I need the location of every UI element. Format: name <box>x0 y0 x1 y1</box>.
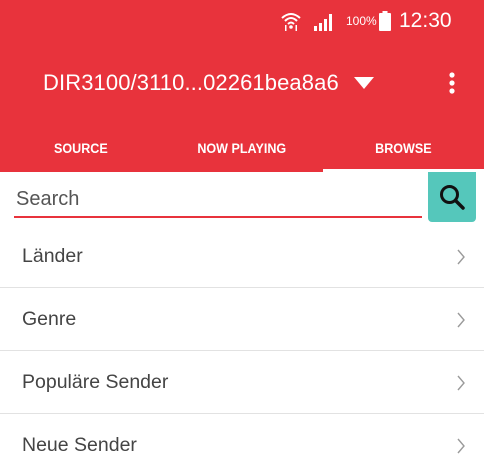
battery-icon <box>379 11 391 31</box>
list-item-label: Genre <box>22 307 77 330</box>
search-input[interactable] <box>14 182 422 218</box>
status-bar: 100% 12:30 <box>0 0 484 40</box>
wifi-icon <box>281 13 301 31</box>
list-item-genre[interactable]: Genre <box>0 288 484 351</box>
list-item-label: Populäre Sender <box>22 370 169 393</box>
signal-icon <box>314 14 332 31</box>
tab-now-playing[interactable]: NOW PLAYING <box>161 124 322 172</box>
tab-bar: SOURCE NOW PLAYING BROWSE <box>0 124 484 172</box>
tab-label: BROWSE <box>375 140 432 156</box>
chevron-right-icon <box>457 249 465 265</box>
device-title: DIR3100/3110...02261bea8a6 <box>43 70 339 95</box>
chevron-right-icon <box>457 438 465 454</box>
device-selector-dropdown[interactable]: DIR3100/3110...02261bea8a6 <box>43 55 375 111</box>
list-item-laender[interactable]: Länder <box>0 225 484 288</box>
chevron-right-icon <box>457 312 465 328</box>
dropdown-triangle-icon <box>353 77 374 89</box>
app-bar: 100% 12:30 DIR3100/3110...02261bea8a6 SO… <box>0 0 484 172</box>
overflow-menu-button[interactable] <box>432 63 472 103</box>
search-icon <box>440 185 465 210</box>
battery-percent: 100% <box>346 14 377 28</box>
chevron-right-icon <box>457 375 465 391</box>
toolbar: DIR3100/3110...02261bea8a6 <box>0 55 484 111</box>
search-button[interactable] <box>428 172 476 222</box>
list-item-populaere-sender[interactable]: Populäre Sender <box>0 351 484 414</box>
list-item-label: Länder <box>22 244 83 267</box>
tab-label: SOURCE <box>53 140 108 156</box>
clock-time: 12:30 <box>399 9 452 32</box>
tab-browse[interactable]: BROWSE <box>322 124 484 172</box>
browse-list: Länder Genre Populäre Sender Neue Sender <box>0 225 484 458</box>
tab-source[interactable]: SOURCE <box>0 124 161 172</box>
list-item-neue-sender[interactable]: Neue Sender <box>0 414 484 458</box>
search-row <box>0 172 484 222</box>
overflow-menu-icon <box>449 72 455 94</box>
list-item-label: Neue Sender <box>22 433 137 456</box>
tab-label: NOW PLAYING <box>197 140 287 156</box>
